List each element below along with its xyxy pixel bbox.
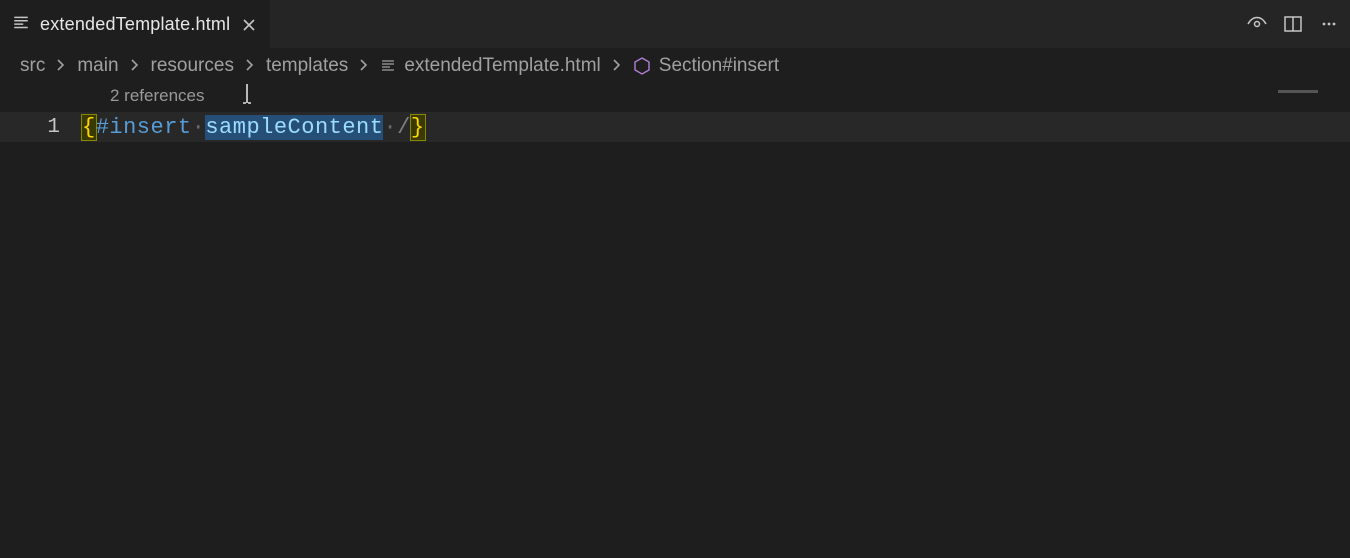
tab-actions: [1246, 0, 1350, 48]
breadcrumb-seg-symbol-label: Section#insert: [659, 55, 779, 77]
tab-extended-template[interactable]: extendedTemplate.html: [0, 0, 270, 48]
chevron-right-icon: [49, 55, 73, 77]
breadcrumb-seg-src[interactable]: src: [20, 55, 45, 77]
token-open-brace: {: [82, 115, 96, 140]
token-identifier-part1: sam: [205, 115, 246, 140]
line-number: 1: [0, 116, 82, 139]
breadcrumb-seg-symbol[interactable]: Section#insert: [633, 55, 779, 77]
breadcrumb: src main resources templates extendedTem…: [0, 48, 1350, 84]
code-line-1[interactable]: 1 {#insert·sam pleContent·/}: [0, 112, 1350, 142]
token-close-brace: }: [411, 115, 425, 140]
more-icon[interactable]: [1318, 13, 1340, 35]
token-directive: #insert: [96, 115, 192, 140]
tab-label: extendedTemplate.html: [40, 14, 230, 35]
chevron-right-icon: [605, 55, 629, 77]
token-space-dot2: ·: [383, 115, 397, 140]
breadcrumb-seg-templates[interactable]: templates: [266, 55, 348, 77]
file-icon: [380, 58, 396, 74]
preview-icon[interactable]: [1246, 13, 1268, 35]
chevron-right-icon: [238, 55, 262, 77]
symbol-icon: [633, 57, 651, 75]
breadcrumb-seg-main[interactable]: main: [77, 55, 118, 77]
chevron-right-icon: [352, 55, 376, 77]
code-content[interactable]: {#insert·sam pleContent·/}: [82, 90, 425, 165]
token-slash: /: [397, 115, 411, 140]
split-editor-icon[interactable]: [1282, 13, 1304, 35]
tab-strip: extendedTemplate.html: [0, 0, 1350, 48]
breadcrumb-seg-file[interactable]: extendedTemplate.html: [380, 55, 600, 77]
token-space-dot: ·: [192, 115, 206, 140]
file-icon: [12, 14, 30, 36]
breadcrumb-seg-file-label: extendedTemplate.html: [404, 55, 600, 77]
minimap[interactable]: [1278, 84, 1338, 104]
chevron-right-icon: [123, 55, 147, 77]
minimap-line: [1278, 90, 1318, 93]
breadcrumb-seg-resources[interactable]: resources: [151, 55, 234, 77]
editor-area[interactable]: 2 references 1 {#insert·sam pleContent·/…: [0, 84, 1350, 558]
close-icon[interactable]: [240, 16, 258, 34]
